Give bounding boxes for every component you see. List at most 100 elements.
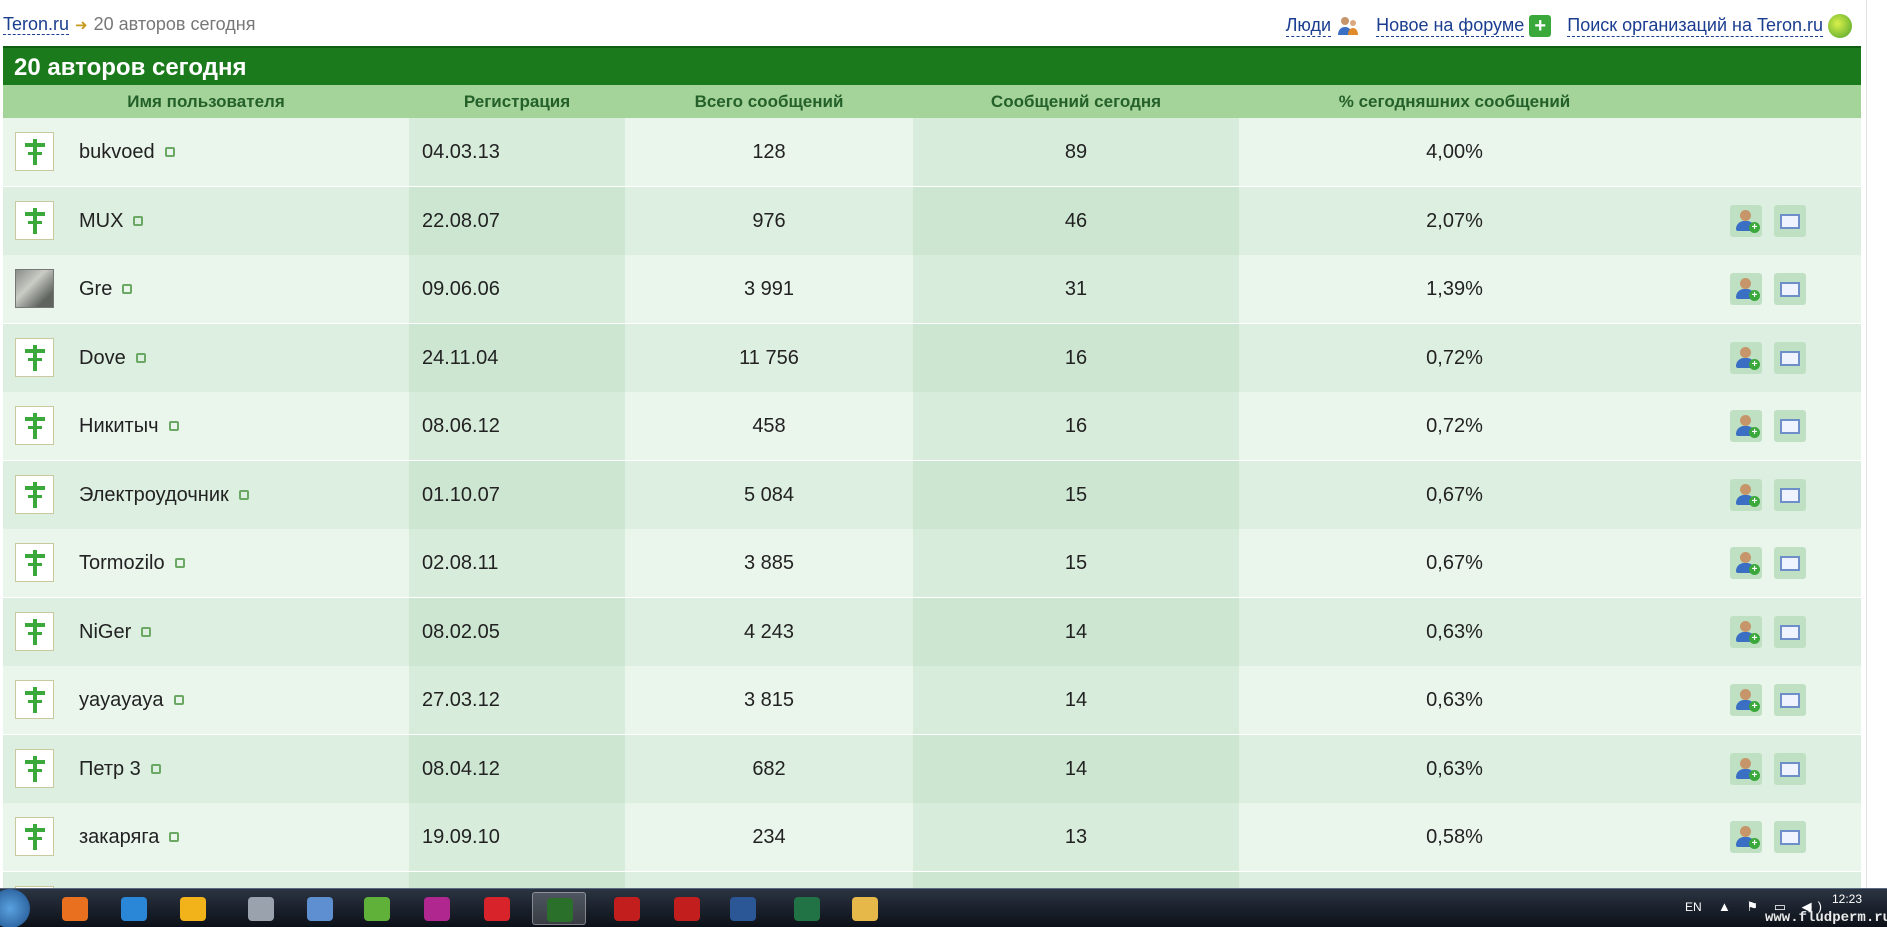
user-name-link[interactable]: Никитыч <box>79 392 179 460</box>
header-user[interactable]: Имя пользователя <box>3 85 409 118</box>
avatar[interactable] <box>15 680 54 719</box>
add-friend-button[interactable]: + <box>1730 547 1762 579</box>
people-link[interactable]: Люди <box>1285 14 1360 38</box>
add-friend-button[interactable]: + <box>1730 342 1762 374</box>
table-header-row: Имя пользователя Регистрация Всего сообщ… <box>3 85 1861 118</box>
send-message-button[interactable] <box>1774 684 1806 716</box>
taskbar-item[interactable] <box>107 892 161 925</box>
start-button[interactable] <box>0 889 30 927</box>
language-indicator[interactable]: EN <box>1685 900 1702 914</box>
app-icon <box>484 897 510 921</box>
excel-icon <box>794 897 820 921</box>
user-name-link[interactable]: NiGer <box>79 598 152 666</box>
profile-link-icon[interactable] <box>133 215 144 226</box>
forum-new-link[interactable]: Новое на форуме + <box>1376 14 1552 38</box>
taskbar-item[interactable] <box>293 892 347 925</box>
cell-today-percent: 0,58% <box>1239 872 1670 888</box>
add-friend-button[interactable]: + <box>1730 684 1762 716</box>
taskbar-item[interactable] <box>600 892 654 925</box>
add-friend-button[interactable]: + <box>1730 479 1762 511</box>
send-message-button[interactable] <box>1774 342 1806 374</box>
teron-icon <box>547 898 573 922</box>
avatar[interactable] <box>15 543 54 582</box>
breadcrumb-home-link[interactable]: Teron.ru <box>3 14 70 35</box>
profile-link-icon[interactable] <box>122 283 133 294</box>
avatar[interactable] <box>15 201 54 240</box>
user-name-link[interactable]: MUX <box>79 187 144 255</box>
add-friend-button[interactable]: + <box>1730 753 1762 785</box>
user-name-link[interactable]: Юрий П <box>79 872 173 888</box>
table-row: Никитыч 08.06.12 458 16 0,72% + <box>3 392 1861 460</box>
cell-actions: + <box>1670 872 1861 888</box>
avatar[interactable] <box>15 612 54 651</box>
taskbar-item[interactable] <box>532 892 586 925</box>
cell-total-messages: 3 815 <box>625 666 913 734</box>
avatar[interactable] <box>15 817 54 856</box>
header-registration[interactable]: Регистрация <box>409 85 625 118</box>
taskbar-item[interactable] <box>410 892 464 925</box>
profile-link-icon[interactable] <box>135 352 146 363</box>
table-body: bukvoed 04.03.13 128 89 4,00% MUX 22.08.07 976 4… <box>3 118 1861 888</box>
send-message-button[interactable] <box>1774 547 1806 579</box>
envelope-icon <box>1780 282 1800 297</box>
send-message-button[interactable] <box>1774 616 1806 648</box>
profile-link-icon[interactable] <box>173 694 184 705</box>
user-name: Электроудочник <box>79 484 229 506</box>
add-friend-button[interactable]: + <box>1730 616 1762 648</box>
profile-link-icon[interactable] <box>168 420 179 431</box>
user-name-link[interactable]: Электроудочник <box>79 461 249 529</box>
user-name-link[interactable]: Gre <box>79 255 133 323</box>
header-today-messages[interactable]: Сообщений сегодня <box>913 85 1239 118</box>
cell-actions: + <box>1670 735 1861 803</box>
taskbar-item[interactable] <box>716 892 770 925</box>
user-name-link[interactable]: bukvoed <box>79 118 175 186</box>
add-friend-button[interactable]: + <box>1730 410 1762 442</box>
add-friend-button[interactable]: + <box>1730 205 1762 237</box>
profile-link-icon[interactable] <box>150 763 161 774</box>
table-row: Gre 09.06.06 3 991 31 1,39% + <box>3 255 1861 323</box>
avatar[interactable] <box>15 406 54 445</box>
taskbar-item[interactable] <box>470 892 524 925</box>
scrollbar[interactable] <box>1866 0 1887 888</box>
send-message-button[interactable] <box>1774 410 1806 442</box>
send-message-button[interactable] <box>1774 205 1806 237</box>
avatar[interactable] <box>15 132 54 171</box>
taskbar-item[interactable] <box>838 892 892 925</box>
user-name-link[interactable]: закаряга <box>79 803 180 871</box>
cell-today-percent: 0,63% <box>1239 735 1670 803</box>
cell-today-percent: 0,63% <box>1239 598 1670 666</box>
profile-link-icon[interactable] <box>238 489 249 500</box>
avatar[interactable] <box>15 269 54 308</box>
header-total-messages[interactable]: Всего сообщений <box>625 85 913 118</box>
add-friend-button[interactable]: + <box>1730 821 1762 853</box>
search-orgs-link[interactable]: Поиск организаций на Teron.ru <box>1567 14 1852 38</box>
add-friend-button[interactable]: + <box>1730 273 1762 305</box>
user-name-link[interactable]: yayayaya <box>79 666 184 734</box>
user-name-link[interactable]: Петр 3 <box>79 735 161 803</box>
table-row: Петр 3 08.04.12 682 14 0,63% + <box>3 735 1861 803</box>
user-name-link[interactable]: Dove <box>79 324 146 392</box>
taskbar-item[interactable] <box>166 892 220 925</box>
taskbar-item[interactable] <box>234 892 288 925</box>
taskbar-item[interactable] <box>660 892 714 925</box>
user-name-link[interactable]: Tormozilo <box>79 529 185 597</box>
cell-total-messages: 3 991 <box>625 255 913 323</box>
avatar[interactable] <box>15 475 54 514</box>
header-today-percent[interactable]: % сегодняшних сообщений <box>1239 85 1670 118</box>
avatar[interactable] <box>15 749 54 788</box>
clock[interactable]: 12:23 <box>1832 892 1862 906</box>
envelope-icon <box>1780 488 1800 503</box>
avatar[interactable] <box>15 338 54 377</box>
profile-link-icon[interactable] <box>169 831 180 842</box>
profile-link-icon[interactable] <box>141 626 152 637</box>
send-message-button[interactable] <box>1774 821 1806 853</box>
profile-link-icon[interactable] <box>174 557 185 568</box>
send-message-button[interactable] <box>1774 479 1806 511</box>
send-message-button[interactable] <box>1774 753 1806 785</box>
user-name: NiGer <box>79 621 132 643</box>
taskbar-item[interactable] <box>350 892 404 925</box>
profile-link-icon[interactable] <box>164 146 175 157</box>
taskbar-item[interactable] <box>48 892 102 925</box>
taskbar-item[interactable] <box>780 892 834 925</box>
send-message-button[interactable] <box>1774 273 1806 305</box>
